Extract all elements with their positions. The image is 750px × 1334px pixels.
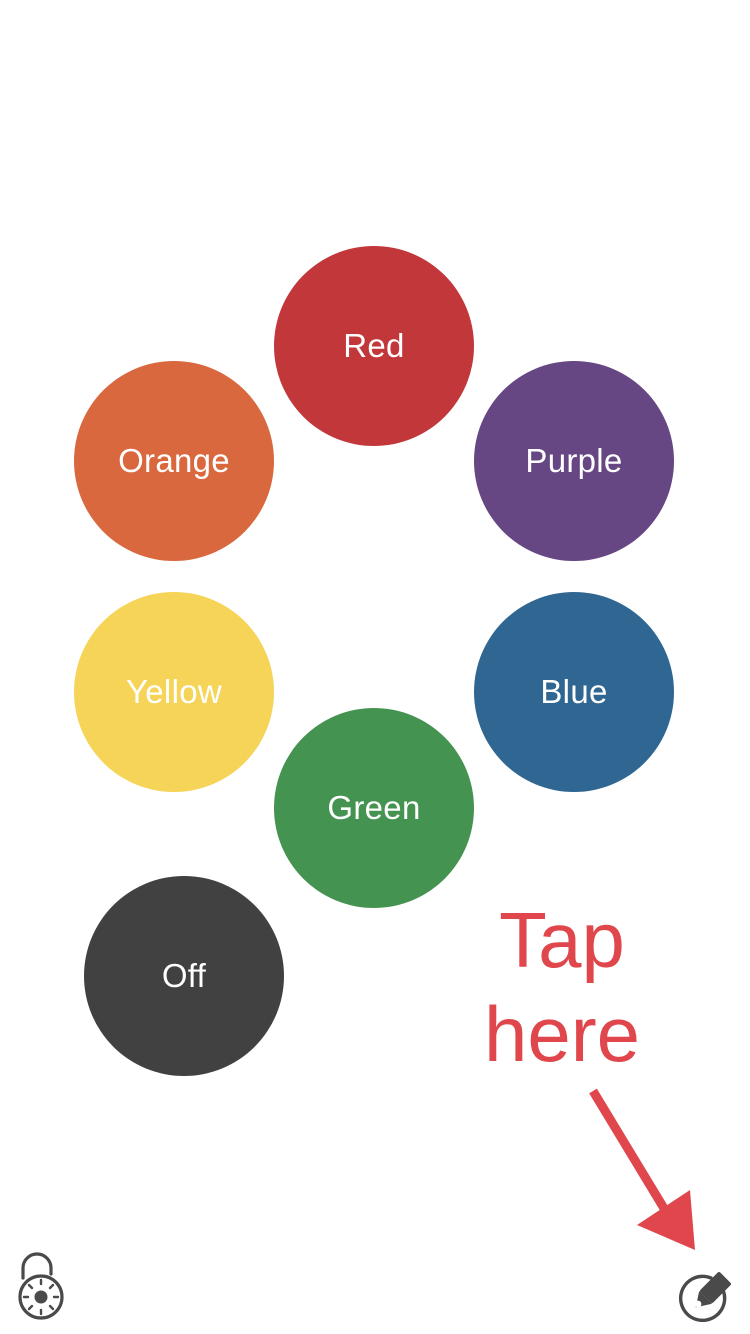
arrow-down-right-icon (589, 1088, 695, 1250)
color-button-orange[interactable]: Orange (74, 361, 274, 561)
annotation-line-2: here (483, 990, 641, 1078)
color-button-label: Blue (540, 673, 608, 710)
color-button-red[interactable]: Red (274, 246, 474, 446)
color-button-label: Purple (525, 442, 623, 479)
color-button-label: Yellow (126, 673, 222, 710)
color-button-yellow[interactable]: Yellow (74, 592, 274, 792)
tap-here-annotation: Tap here (462, 893, 662, 1081)
color-button-label: Green (327, 789, 421, 826)
padlock-shackle (21, 1252, 53, 1280)
arrow-head (637, 1190, 695, 1250)
arrow-shaft (589, 1088, 669, 1213)
color-button-green[interactable]: Green (274, 708, 474, 908)
color-button-label: Red (343, 327, 405, 364)
annotation-line-1: Tap (499, 896, 625, 984)
edit-pencil-icon[interactable] (676, 1266, 738, 1322)
padlock-keyhole (34, 1290, 48, 1304)
color-button-label: Orange (118, 442, 230, 479)
color-button-blue[interactable]: Blue (474, 592, 674, 792)
color-button-purple[interactable]: Purple (474, 361, 674, 561)
unlocked-padlock-icon[interactable] (14, 1250, 68, 1322)
color-button-off[interactable]: Off (84, 876, 284, 1076)
pencil-tip-dot (694, 1300, 702, 1308)
color-button-label: Off (161, 957, 207, 994)
